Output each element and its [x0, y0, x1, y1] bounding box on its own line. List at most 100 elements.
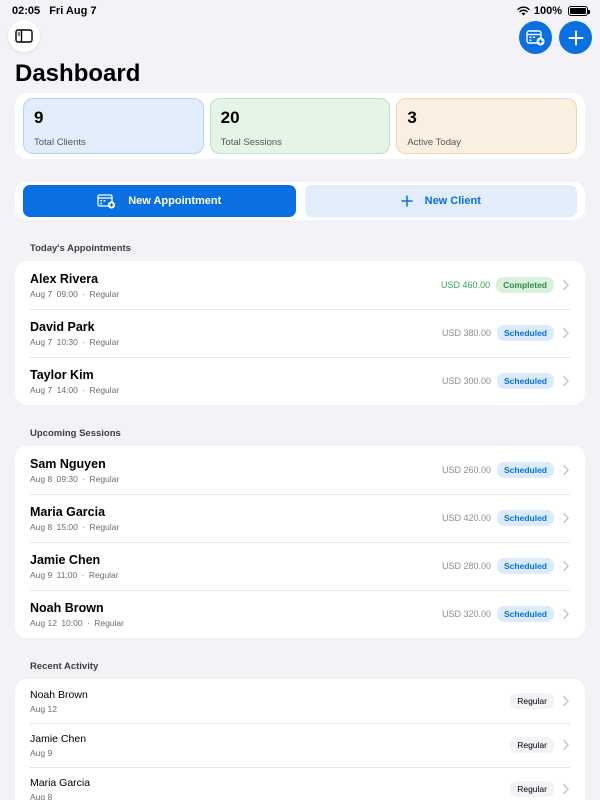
chevron-right-icon	[563, 512, 570, 524]
row-date: Aug 12	[30, 617, 57, 628]
status-badge: Scheduled	[497, 462, 554, 478]
recent-activity-list: Noah Brown Aug 12 Regular Jamie Chen Aug…	[15, 679, 585, 800]
row-date: Aug 8	[30, 521, 53, 532]
row-date: Aug 12	[30, 703, 57, 714]
row-amount: USD 300.00	[441, 376, 492, 386]
row-type: Regular	[94, 617, 124, 628]
row-amount: USD 320.00	[441, 609, 492, 619]
calendar-add-icon	[526, 30, 545, 46]
battery-icon	[568, 6, 590, 16]
stat-card-active-today[interactable]: 3 Active Today	[396, 98, 578, 154]
stat-card-total-sessions[interactable]: 20 Total Sessions	[209, 98, 391, 154]
session-row[interactable]: Jamie Chen Aug 9 11:00 · Regular USD 280…	[15, 542, 585, 590]
activity-row[interactable]: Jamie Chen Aug 9 Regular	[15, 723, 585, 767]
type-badge: Regular	[510, 737, 554, 753]
row-type: Regular	[89, 288, 120, 299]
section-header-recent: Recent Activity	[30, 661, 99, 672]
chevron-right-icon	[563, 608, 570, 620]
stat-value: 20	[220, 108, 240, 127]
client-name: Jamie Chen	[30, 732, 87, 745]
appointment-row[interactable]: Taylor Kim Aug 7 14:00 · Regular USD 300…	[15, 357, 585, 405]
battery-percent: 100%	[533, 5, 562, 17]
row-info: David Park Aug 7 10:30 · Regular	[30, 320, 442, 347]
calendar-add-icon	[97, 193, 116, 209]
status-right: 100%	[517, 5, 590, 17]
row-info: Noah Brown Aug 12 10:00 · Regular	[30, 601, 442, 628]
row-separator: ·	[86, 617, 90, 628]
page-title: Dashboard	[15, 60, 141, 87]
status-left: 02:05 Fri Aug 7	[12, 5, 102, 17]
row-amount: USD 280.00	[441, 561, 492, 571]
calendar-add-button[interactable]	[519, 21, 552, 54]
row-separator: ·	[82, 336, 86, 347]
row-subtitle: Aug 9 11:00 · Regular	[30, 570, 442, 580]
status-badge: Completed	[496, 277, 554, 293]
row-time: 09:00	[56, 288, 78, 299]
stat-label: Total Sessions	[220, 137, 282, 148]
row-separator: ·	[82, 288, 86, 299]
row-info: Jamie Chen Aug 9 11:00 · Regular	[30, 553, 442, 580]
session-row[interactable]: Maria Garcia Aug 8 15:00 · Regular USD 4…	[15, 494, 585, 542]
row-info: Maria Garcia Aug 8 15:00 · Regular	[30, 505, 442, 532]
row-subtitle: Aug 8 09:30 · Regular	[30, 474, 442, 484]
activity-row[interactable]: Noah Brown Aug 12 Regular	[15, 679, 585, 723]
row-info: Jamie Chen Aug 9	[30, 733, 510, 758]
row-time: 10:00	[61, 617, 83, 628]
row-separator: ·	[82, 473, 86, 484]
row-time: 15:00	[56, 521, 78, 532]
chevron-right-icon	[563, 464, 570, 476]
row-type: Regular	[89, 473, 120, 484]
chevron-right-icon	[563, 695, 570, 707]
status-time: 02:05	[12, 5, 41, 17]
plus-icon	[400, 195, 413, 207]
row-time: 14:00	[56, 384, 78, 395]
new-client-label: New Client	[424, 195, 481, 207]
sidebar-icon	[15, 29, 33, 43]
row-info: Maria Garcia Aug 8	[30, 777, 510, 800]
client-name: Jamie Chen	[30, 552, 101, 567]
stat-value: 9	[34, 108, 44, 127]
sidebar-toggle-button[interactable]	[8, 20, 40, 52]
session-row[interactable]: Sam Nguyen Aug 8 09:30 · Regular USD 260…	[15, 446, 585, 494]
status-badge: Scheduled	[497, 325, 554, 341]
appointment-row[interactable]: David Park Aug 7 10:30 · Regular USD 380…	[15, 309, 585, 357]
row-type: Regular	[89, 521, 120, 532]
new-appointment-button[interactable]: New Appointment	[23, 185, 296, 217]
row-amount: USD 420.00	[441, 513, 492, 523]
appointment-row[interactable]: Alex Rivera Aug 7 09:00 · Regular USD 46…	[15, 261, 585, 309]
row-time: 11:00	[56, 569, 78, 580]
client-name: Maria Garcia	[30, 776, 91, 789]
status-badge: Scheduled	[497, 510, 554, 526]
plus-icon	[568, 30, 583, 45]
row-date: Aug 7	[30, 336, 53, 347]
row-type: Regular	[88, 569, 119, 580]
stat-card-total-clients[interactable]: 9 Total Clients	[23, 98, 204, 154]
new-appointment-label: New Appointment	[128, 195, 222, 207]
add-button[interactable]	[559, 21, 592, 54]
type-badge: Regular	[510, 693, 554, 709]
row-date: Aug 7	[30, 384, 53, 395]
row-amount: USD 260.00	[441, 465, 492, 475]
row-subtitle: Aug 7 09:00 · Regular	[30, 289, 441, 299]
activity-row[interactable]: Maria Garcia Aug 8 Regular	[15, 767, 585, 800]
new-client-button[interactable]: New Client	[304, 185, 577, 217]
status-badge: Scheduled	[497, 558, 554, 574]
client-name: Alex Rivera	[30, 271, 99, 286]
row-subtitle: Aug 7 14:00 · Regular	[30, 385, 442, 395]
chevron-right-icon	[563, 279, 570, 291]
row-separator: ·	[82, 384, 86, 395]
row-date: Aug 8	[30, 791, 53, 800]
row-date: Aug 9	[30, 569, 53, 580]
row-subtitle: Aug 12 10:00 · Regular	[30, 618, 442, 628]
row-time: 09:30	[56, 473, 78, 484]
stats-panel: 9 Total Clients 20 Total Sessions 3 Acti…	[15, 93, 585, 159]
client-name: David Park	[30, 319, 95, 334]
type-badge: Regular	[510, 781, 554, 797]
row-date: Aug 8	[30, 473, 53, 484]
status-bar: 02:05 Fri Aug 7 100%	[0, 0, 600, 22]
row-subtitle: Aug 7 10:30 · Regular	[30, 337, 442, 347]
status-badge: Scheduled	[497, 606, 554, 622]
session-row[interactable]: Noah Brown Aug 12 10:00 · Regular USD 32…	[15, 590, 585, 638]
chevron-right-icon	[563, 739, 570, 751]
upcoming-sessions-list: Sam Nguyen Aug 8 09:30 · Regular USD 260…	[15, 446, 585, 638]
